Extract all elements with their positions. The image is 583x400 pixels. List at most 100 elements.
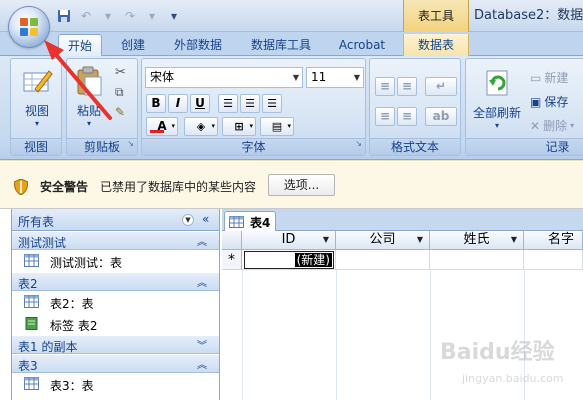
dropdown-icon[interactable]: ▾ (144, 8, 160, 24)
refresh-all-button[interactable]: 全部刷新 ▾ (470, 67, 524, 130)
align-right-button[interactable]: ☰ (262, 94, 282, 113)
paste-button-label: 粘贴 (76, 104, 101, 118)
fill-color-button[interactable]: ◈ ▾ (184, 117, 218, 136)
font-color-button[interactable]: A ▾ (146, 117, 178, 136)
nav-pane-header[interactable]: 所有表 ▼ « (12, 209, 219, 231)
nav-group-header[interactable]: 表3 ︽ (12, 354, 219, 373)
column-header-last-name[interactable]: 姓氏 ▼ (430, 231, 524, 250)
dropdown-icon[interactable]: ▾ (100, 8, 116, 24)
table-cell[interactable] (430, 250, 524, 270)
options-button[interactable]: 选项... (268, 174, 335, 196)
decrease-indent-button[interactable]: ≡ (375, 107, 395, 126)
column-header-label: 姓氏 (463, 232, 490, 247)
new-record-label: 新建 (544, 71, 569, 85)
office-button[interactable] (9, 7, 49, 47)
highlight-button[interactable]: ab (425, 107, 457, 126)
new-row-selector[interactable]: * (222, 250, 242, 270)
column-header-label: ID (281, 232, 296, 247)
text-direction-button[interactable]: ↵ (425, 77, 457, 96)
refresh-icon (486, 70, 508, 96)
new-record-cell[interactable]: (新建) (244, 251, 334, 269)
align-center-button[interactable]: ☰ (240, 94, 260, 113)
divider (336, 270, 337, 400)
nav-item[interactable]: 测试测试：表 (12, 250, 219, 272)
column-header-label: 公司 (369, 232, 396, 247)
save-record-label: 保存 (544, 95, 569, 109)
shield-icon (14, 179, 28, 195)
underline-button[interactable]: U (190, 94, 210, 113)
nav-item-label: 测试测试：表 (50, 256, 123, 270)
numbering-button[interactable]: ≡ (397, 77, 417, 96)
column-header-company[interactable]: 公司 ▼ (336, 231, 430, 250)
ribbon: 视图 ▾ 视图 粘贴 ▾ ✂ ⧉ ✎ 剪贴板 ↘ 宋体 ▼ 11 ▼ B I U ☰ … (0, 56, 583, 160)
collapse-icon[interactable]: ︽ (197, 274, 207, 289)
collapse-pane-icon[interactable]: « (202, 212, 209, 226)
increase-indent-button[interactable]: ≡ (397, 107, 417, 126)
chevron-down-icon[interactable]: ▼ (511, 231, 517, 249)
column-header-first-name[interactable]: 名字 (524, 231, 583, 250)
column-header-id[interactable]: ID ▼ (242, 231, 336, 250)
tab-datasheet[interactable]: 数据表 (403, 34, 469, 56)
gridlines-button[interactable]: ⊞ ▾ (222, 117, 256, 136)
format-painter-icon[interactable]: ✎ (115, 105, 125, 119)
undo-icon[interactable]: ↶ (78, 8, 94, 24)
chevron-down-icon: ▾ (570, 121, 575, 130)
report-icon (25, 317, 38, 330)
chevron-down-icon: ▾ (211, 122, 215, 130)
view-button[interactable]: 视图 ▾ (19, 65, 55, 128)
nav-group-header[interactable]: 表2 ︽ (12, 272, 219, 291)
align-left-button[interactable]: ☰ (218, 94, 238, 113)
column-header-label: 名字 (548, 232, 575, 247)
alternate-fill-button[interactable]: ▤ ▾ (260, 117, 294, 136)
expand-icon[interactable]: ︾ (197, 337, 207, 352)
collapse-icon[interactable]: ︽ (197, 233, 207, 248)
dialog-launcher-icon[interactable]: ↘ (355, 135, 362, 152)
tab-database-tools[interactable]: 数据库工具 (242, 34, 320, 56)
nav-group-header[interactable]: 表1 的副本 ︾ (12, 335, 219, 354)
font-size-select[interactable]: 11 ▼ (306, 67, 364, 88)
bullets-button[interactable]: ≡ (375, 77, 395, 96)
select-all-corner[interactable] (222, 231, 242, 250)
new-record-button[interactable]: ▭ 新建 (530, 69, 568, 86)
table-cell[interactable] (336, 250, 430, 270)
font-family-select[interactable]: 宋体 ▼ (145, 67, 303, 88)
nav-item[interactable]: 表3：表 (12, 373, 219, 395)
view-icon (23, 70, 53, 93)
tab-external-data[interactable]: 外部数据 (166, 34, 230, 56)
delete-record-button[interactable]: ✕ 删除 ▾ (530, 117, 574, 134)
view-button-label: 视图 (24, 104, 49, 118)
save-icon[interactable] (56, 8, 72, 24)
window-title: Database2：数据库 (474, 8, 583, 23)
nav-item[interactable]: 标签 表2 (12, 313, 219, 335)
table-icon (24, 377, 39, 390)
security-warning-title: 安全警告 (40, 180, 89, 194)
font-family-value: 宋体 (150, 70, 175, 84)
save-record-button[interactable]: ▣ 保存 (530, 93, 568, 110)
tab-acrobat[interactable]: Acrobat (332, 34, 392, 56)
dialog-launcher-icon[interactable]: ↘ (127, 135, 134, 152)
paste-button[interactable]: 粘贴 ▾ (73, 65, 105, 128)
italic-button[interactable]: I (168, 94, 188, 113)
delete-record-label: 删除 (543, 119, 568, 133)
table-cell[interactable] (524, 250, 583, 270)
chevron-down-icon[interactable]: ▼ (323, 231, 329, 249)
document-tab-bar: 表4 (222, 209, 583, 231)
chevron-down-icon[interactable]: ▼ (182, 214, 194, 226)
watermark-url: jingyan.baidu.com (462, 372, 564, 385)
nav-item[interactable]: 表2：表 (12, 291, 219, 313)
cut-icon[interactable]: ✂ (115, 65, 126, 80)
customize-qat-icon[interactable]: ▾ (166, 8, 182, 24)
collapse-icon[interactable]: ︽ (197, 356, 207, 371)
tab-create[interactable]: 创建 (112, 34, 154, 56)
tab-home[interactable]: 开始 (58, 34, 102, 56)
chevron-down-icon[interactable]: ▼ (417, 231, 423, 249)
bold-button[interactable]: B (146, 94, 166, 113)
document-tab[interactable]: 表4 (224, 211, 276, 231)
chevron-down-icon: ▾ (34, 119, 39, 128)
font-group: 宋体 ▼ 11 ▼ B I U ☰ ☰ ☰ A ▾ ◈ ▾ ⊞ ▾ ▤ ▾ 字体 ↘ (141, 58, 366, 156)
copy-icon[interactable]: ⧉ (115, 85, 124, 100)
nav-group-header[interactable]: 测试测试 ︽ (12, 231, 219, 250)
rich-text-group-label: 格式文本 (370, 138, 460, 155)
divider (430, 270, 431, 400)
redo-icon[interactable]: ↷ (122, 8, 138, 24)
